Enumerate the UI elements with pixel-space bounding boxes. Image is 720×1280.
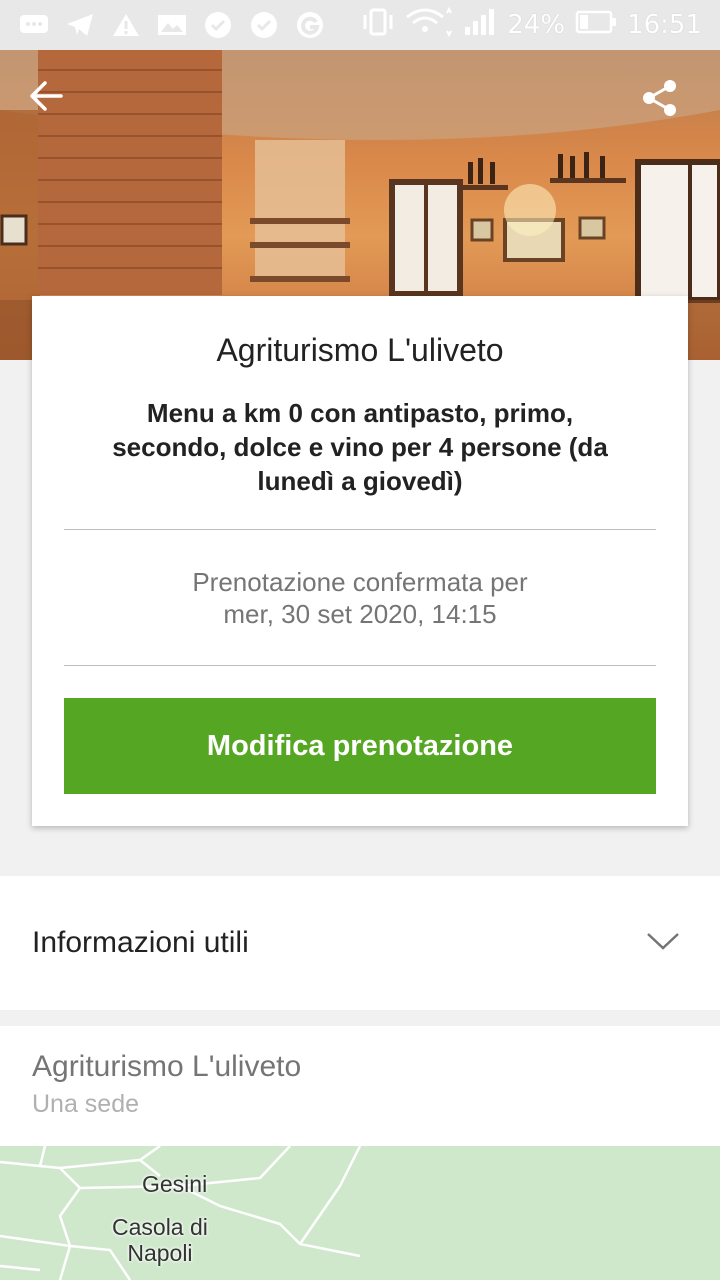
message-icon <box>18 12 50 38</box>
map-place-line: Casola di <box>112 1214 208 1240</box>
wifi-icon <box>405 6 453 44</box>
offer-description: Menu a km 0 con antipasto, primo, second… <box>112 398 608 496</box>
useful-info-row[interactable]: Informazioni utili <box>0 876 720 1010</box>
map[interactable]: Gesini Casola di Napoli <box>0 1146 720 1280</box>
clock: 16:51 <box>627 10 702 40</box>
system-status: 24% 16:51 <box>361 6 702 44</box>
booking-card: Agriturismo L'uliveto Menu a km 0 con an… <box>32 296 688 826</box>
map-place-line: Napoli <box>127 1240 193 1266</box>
location-name: Agriturismo L'uliveto <box>32 1050 302 1083</box>
divider <box>64 665 656 666</box>
map-place-label: Gesini <box>142 1171 208 1197</box>
status-bar: 24% 16:51 <box>0 0 720 50</box>
signal-icon <box>463 7 497 44</box>
vibrate-icon <box>361 7 395 44</box>
warning-icon <box>110 12 142 38</box>
divider <box>64 529 656 530</box>
restaurant-name: Agriturismo L'uliveto <box>216 332 504 368</box>
chevron-down-icon <box>646 931 680 956</box>
back-button[interactable] <box>28 78 84 134</box>
useful-info-label: Informazioni utili <box>32 926 249 959</box>
check-icon <box>202 12 234 38</box>
check-icon <box>248 12 280 38</box>
battery-percent: 24% <box>507 10 566 40</box>
confirmation-label: Prenotazione confermata per <box>192 567 528 597</box>
location-subtitle: Una sede <box>32 1090 140 1118</box>
location-section: Agriturismo L'uliveto Una sede <box>0 1026 720 1146</box>
battery-icon <box>575 9 617 42</box>
share-button[interactable] <box>640 78 696 134</box>
gallery-icon <box>156 12 188 38</box>
google-icon <box>294 12 326 38</box>
notification-icons <box>18 12 326 38</box>
map-place-label: Casola di Napoli <box>112 1214 208 1266</box>
modify-booking-button[interactable]: Modifica prenotazione <box>64 698 656 794</box>
booking-confirmation: Prenotazione confermata per mer, 30 set … <box>92 566 628 630</box>
telegram-icon <box>64 12 96 38</box>
booking-datetime: mer, 30 set 2020, 14:15 <box>223 599 497 629</box>
